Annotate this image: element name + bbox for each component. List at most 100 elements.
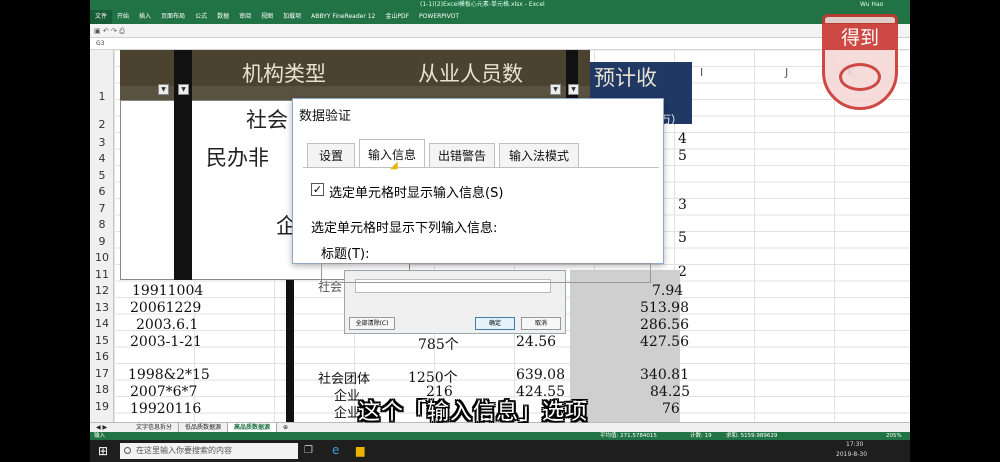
row-number[interactable]: 19 <box>90 400 114 413</box>
redo-icon[interactable]: ↷ <box>111 27 117 35</box>
tab-ime-mode[interactable]: 输入法模式 <box>499 143 579 167</box>
date-cell[interactable]: 2007*6*7 <box>130 384 197 400</box>
show-input-checkbox[interactable]: ✓ <box>311 183 324 196</box>
status-count: 计数: 19 <box>690 433 712 439</box>
row-number[interactable]: 18 <box>90 383 114 396</box>
ribbon-tab-abbyy[interactable]: ABBYY FineReader 12 <box>306 10 380 24</box>
date-cell[interactable]: 19911004 <box>132 283 203 299</box>
filter-dropdown-icon[interactable]: ▼ <box>158 84 169 95</box>
row-number[interactable]: 8 <box>90 218 114 231</box>
cell-value[interactable]: 4 <box>678 131 687 147</box>
row-number[interactable]: 17 <box>90 367 114 380</box>
search-icon <box>124 447 131 454</box>
edge-icon[interactable]: e <box>332 443 339 457</box>
row-number[interactable]: 9 <box>90 235 114 248</box>
date-cell[interactable]: 1998&2*15 <box>128 367 210 383</box>
save-icon[interactable]: ▣ <box>94 27 101 35</box>
quick-access-toolbar: ▣ ↶ ↷ ⎙ <box>90 24 910 38</box>
ribbon-tab-addins[interactable]: 加载项 <box>278 10 306 24</box>
value-cell[interactable]: 286.56 <box>640 317 689 333</box>
row-number[interactable]: 2 <box>90 118 114 131</box>
row-number[interactable]: 7 <box>90 202 114 215</box>
value-cell[interactable]: 84.25 <box>650 384 690 400</box>
formula-bar: G3 <box>90 38 910 50</box>
ribbon-tab-data[interactable]: 数据 <box>212 10 234 24</box>
type-cell[interactable]: 企业 <box>334 402 360 421</box>
user-name: Wu Hao <box>860 1 884 8</box>
taskbar-search[interactable]: 在这里输入你要搜索的内容 <box>120 443 298 459</box>
filter-dropdown-icon[interactable]: ▼ <box>568 84 579 95</box>
row-number[interactable]: 11 <box>90 268 114 281</box>
task-view-icon[interactable]: ❐ <box>304 445 313 456</box>
value-cell[interactable]: 7.94 <box>652 283 683 299</box>
merged-text-nonprofit: 民办非 <box>206 146 269 170</box>
print-icon[interactable]: ⎙ <box>119 27 125 35</box>
merged-text-social: 社会 <box>246 108 288 132</box>
name-box[interactable]: G3 <box>96 40 104 47</box>
tab-error-alert[interactable]: 出错警告 <box>429 143 495 167</box>
explorer-icon[interactable]: ▆ <box>356 444 364 457</box>
ribbon-tab-powerpivot[interactable]: POWERPIVOT <box>414 10 464 24</box>
date-cell[interactable]: 2003-1-21 <box>130 334 202 350</box>
row-number[interactable]: 1 <box>90 90 114 103</box>
ribbon-tab-home[interactable]: 开始 <box>112 10 134 24</box>
value-cell[interactable]: 639.08 <box>516 367 565 383</box>
filter-dropdown-icon[interactable]: ▼ <box>178 84 189 95</box>
header-staff-count[interactable]: 从业人员数 <box>418 58 523 88</box>
date-cell[interactable]: 20061229 <box>130 300 201 316</box>
date-cell[interactable]: 19920116 <box>130 401 201 417</box>
ribbon-tab-pdf[interactable]: 金山PDF <box>380 10 414 24</box>
row-number[interactable]: 4 <box>90 152 114 165</box>
row-headers: 1 2 3 4 5 6 7 8 9 10 11 12 13 14 15 16 1… <box>90 50 114 422</box>
row-number[interactable]: 5 <box>90 169 114 182</box>
value-cell[interactable]: 340.81 <box>640 367 689 383</box>
status-average: 平均值: 271.5784015 <box>600 433 657 439</box>
windows-start-icon[interactable]: ⊞ <box>98 444 108 458</box>
clear-all-button[interactable]: 全部清除(C) <box>349 317 395 330</box>
clock-date[interactable]: 2019-8-30 <box>836 451 867 458</box>
value-cell[interactable]: 76 <box>662 401 680 417</box>
cell-value[interactable]: 5 <box>678 230 687 246</box>
ribbon-tab-formulas[interactable]: 公式 <box>190 10 212 24</box>
row-number[interactable]: 16 <box>90 350 114 363</box>
row-number[interactable]: 15 <box>90 334 114 347</box>
ok-button[interactable]: 确定 <box>475 317 515 330</box>
cursor-icon: ◢ <box>390 160 398 171</box>
header-forecast[interactable]: 预计收 <box>594 62 657 92</box>
show-input-checkbox-label[interactable]: 选定单元格时显示输入信息(S) <box>329 182 503 201</box>
title-input[interactable] <box>321 263 651 283</box>
row-number[interactable]: 3 <box>90 136 114 149</box>
staff-cell[interactable]: 785个 <box>418 334 459 354</box>
status-sum: 求和: 5159.989629 <box>726 433 778 439</box>
cell-value[interactable]: 3 <box>678 197 687 213</box>
cancel-button[interactable]: 取消 <box>521 317 561 330</box>
date-cell[interactable]: 2003.6.1 <box>136 317 198 333</box>
row-number[interactable]: 13 <box>90 301 114 314</box>
value-cell[interactable]: 24.56 <box>516 334 556 350</box>
column-header-i[interactable]: I <box>700 66 703 79</box>
row-number[interactable]: 12 <box>90 284 114 297</box>
dialog-title: 数据验证 <box>299 109 352 124</box>
undo-icon[interactable]: ↶ <box>103 27 109 35</box>
row-number[interactable]: 6 <box>90 185 114 198</box>
value-cell[interactable]: 427.56 <box>640 334 689 350</box>
status-bar: 输入 平均值: 271.5784015 计数: 19 求和: 5159.9896… <box>90 432 910 440</box>
ribbon-tab-layout[interactable]: 页面布局 <box>156 10 190 24</box>
column-header-j[interactable]: J <box>785 66 788 79</box>
ribbon-tab-review[interactable]: 审阅 <box>234 10 256 24</box>
filter-dropdown-icon[interactable]: ▼ <box>550 84 561 95</box>
status-zoom[interactable]: 205% <box>886 432 902 440</box>
value-cell[interactable]: 513.98 <box>640 300 689 316</box>
cell-value[interactable]: 5 <box>678 148 687 164</box>
row-number[interactable]: 14 <box>90 317 114 330</box>
ribbon-tab-insert[interactable]: 插入 <box>134 10 156 24</box>
ribbon-tab-view[interactable]: 视图 <box>256 10 278 24</box>
ribbon-tabs: 文件 开始 插入 页面布局 公式 数据 审阅 视图 加载项 ABBYY FineReader 12… <box>90 10 910 24</box>
black-column <box>286 280 294 422</box>
clock-time[interactable]: 17:30 <box>846 441 863 448</box>
ribbon-tab-file[interactable]: 文件 <box>90 10 113 24</box>
dedao-logo: 得到 <box>822 14 898 110</box>
row-number[interactable]: 10 <box>90 251 114 264</box>
header-org-type[interactable]: 机构类型 <box>242 58 326 88</box>
tab-settings[interactable]: 设置 <box>307 143 355 167</box>
